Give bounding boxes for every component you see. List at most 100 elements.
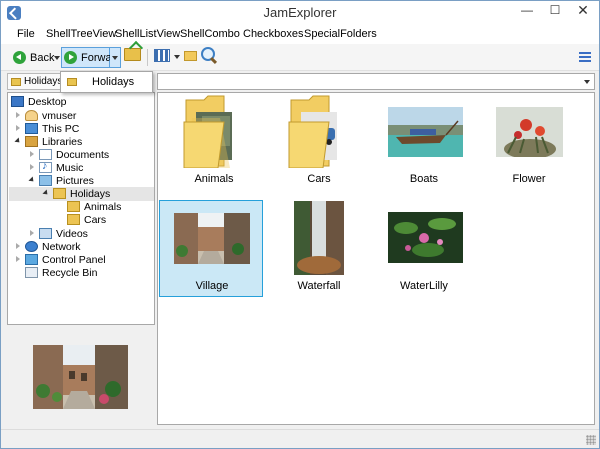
chevron-down-icon	[112, 55, 118, 60]
expand-icon[interactable]	[28, 229, 37, 238]
folder-up-icon[interactable]	[124, 48, 141, 61]
tree-label: Libraries	[42, 135, 83, 148]
videos-icon	[39, 228, 52, 239]
list-item[interactable]: Boats	[372, 93, 476, 190]
desktop-icon	[11, 96, 24, 107]
folder-icon	[67, 201, 80, 212]
tree-label: Holidays	[70, 187, 111, 200]
options-icon[interactable]	[579, 50, 591, 62]
expand-icon[interactable]	[28, 163, 37, 172]
tree-label: Music	[56, 161, 84, 174]
list-item[interactable]: WaterLilly	[372, 200, 476, 297]
menu-shelltreeview[interactable]: ShellTreeView	[46, 28, 116, 40]
documents-icon	[39, 149, 52, 160]
tree-node-videos[interactable]: Videos	[28, 227, 88, 240]
open-folder-icon[interactable]	[184, 51, 197, 61]
list-item[interactable]: Flower	[477, 93, 581, 190]
toolbar: Back Forward	[1, 44, 599, 71]
close-button[interactable]: ✕	[569, 1, 597, 21]
tree-node-music[interactable]: Music	[28, 160, 84, 174]
tree-node-control-panel[interactable]: Control Panel	[14, 253, 106, 266]
tree-node-animals[interactable]: Animals	[67, 200, 121, 213]
expand-icon[interactable]	[14, 124, 23, 133]
tree-node-cars[interactable]: Cars	[67, 213, 106, 226]
folder-icon	[11, 77, 21, 86]
status-bar	[1, 429, 599, 448]
this-pc-icon	[25, 123, 38, 134]
preview-image	[33, 345, 128, 409]
back-button[interactable]: Back	[13, 47, 54, 68]
collapse-icon[interactable]	[42, 189, 51, 198]
forward-arrow-icon	[64, 51, 77, 64]
music-icon	[39, 160, 52, 173]
list-item[interactable]: Animals	[162, 93, 266, 190]
tree-label: Pictures	[56, 174, 94, 187]
tree-node-network[interactable]: Network	[14, 240, 81, 253]
image-thumbnail	[294, 201, 344, 275]
expand-icon[interactable]	[14, 242, 23, 251]
app-window: JamExplorer — ☐ ✕ File ShellTreeView She…	[0, 0, 600, 449]
tree-node-libraries[interactable]: Libraries	[14, 135, 82, 148]
tree-node-recycle-bin[interactable]: Recycle Bin	[25, 266, 97, 279]
chevron-down-icon[interactable]	[174, 55, 180, 59]
back-label: Back	[30, 51, 55, 64]
title-bar: JamExplorer — ☐ ✕	[1, 1, 599, 25]
resize-grip[interactable]	[586, 435, 596, 445]
minimize-button[interactable]: —	[513, 1, 541, 21]
chevron-down-icon[interactable]	[584, 80, 590, 84]
collapse-icon[interactable]	[14, 137, 23, 146]
collapse-icon[interactable]	[28, 176, 37, 185]
list-item-label: Flower	[512, 173, 546, 185]
expand-icon[interactable]	[14, 111, 23, 120]
maximize-button[interactable]: ☐	[541, 1, 569, 21]
network-icon	[25, 241, 38, 252]
list-item-label: Animals	[194, 173, 234, 185]
breadcrumb-label: Holidays	[24, 76, 63, 87]
expand-icon[interactable]	[28, 150, 37, 159]
folder-icon	[67, 214, 80, 225]
window-title: JamExplorer	[263, 5, 337, 20]
tree-label: This PC	[42, 122, 80, 135]
forward-history-dropdown[interactable]	[110, 47, 121, 68]
search-icon[interactable]	[201, 47, 215, 61]
folder-icon	[183, 95, 232, 168]
tree-node-holidays[interactable]: Holidays	[42, 187, 110, 200]
tree-node-pictures[interactable]: Pictures	[28, 174, 94, 187]
forward-button[interactable]: Forward	[61, 47, 121, 68]
menu-bar: File ShellTreeView ShellListView ShellCo…	[1, 25, 599, 44]
list-item[interactable]: Cars	[267, 93, 371, 190]
list-item-label: Cars	[307, 173, 331, 185]
shell-tree-view[interactable]: Desktop vmuser This PC Libraries Documen…	[7, 92, 155, 325]
views-icon[interactable]	[154, 49, 170, 62]
tree-label: Control Panel	[42, 253, 106, 266]
chevron-down-icon	[54, 55, 60, 60]
menu-file[interactable]: File	[17, 28, 35, 40]
list-item[interactable]: Village	[159, 200, 263, 297]
shell-list-view[interactable]: Animals Cars Boats Flower Village Waterf…	[157, 92, 595, 425]
tree-label: Recycle Bin	[42, 266, 98, 279]
list-item-label: WaterLilly	[400, 280, 448, 292]
toolbar-separator	[147, 49, 148, 66]
pictures-icon	[39, 175, 52, 186]
address-combo[interactable]	[157, 73, 595, 90]
user-folder-icon	[25, 110, 38, 121]
tree-node-vmuser[interactable]: vmuser	[14, 109, 76, 122]
breadcrumb-dropdown-item[interactable]: Holidays	[92, 76, 134, 88]
tree-label: Network	[42, 240, 81, 253]
control-panel-icon	[25, 254, 38, 265]
menu-specialfolders[interactable]: SpecialFolders	[304, 28, 377, 40]
menu-shellcombo[interactable]: ShellCombo	[180, 28, 240, 40]
tree-label: Documents	[56, 148, 110, 161]
folder-icon	[288, 95, 337, 168]
breadcrumb[interactable]: Holidays	[7, 73, 67, 90]
menu-checkboxes[interactable]: Checkboxes	[243, 28, 304, 40]
expand-icon[interactable]	[14, 255, 23, 264]
image-thumbnail	[496, 107, 563, 157]
breadcrumb-dropdown-menu: Holidays	[60, 71, 153, 93]
tree-node-this-pc[interactable]: This PC	[14, 122, 79, 135]
list-item[interactable]: Waterfall	[267, 200, 371, 297]
back-arrow-icon	[13, 51, 26, 64]
tree-node-desktop[interactable]: Desktop	[11, 95, 67, 108]
tree-node-documents[interactable]: Documents	[28, 148, 109, 161]
menu-shelllistview[interactable]: ShellListView	[115, 28, 180, 40]
